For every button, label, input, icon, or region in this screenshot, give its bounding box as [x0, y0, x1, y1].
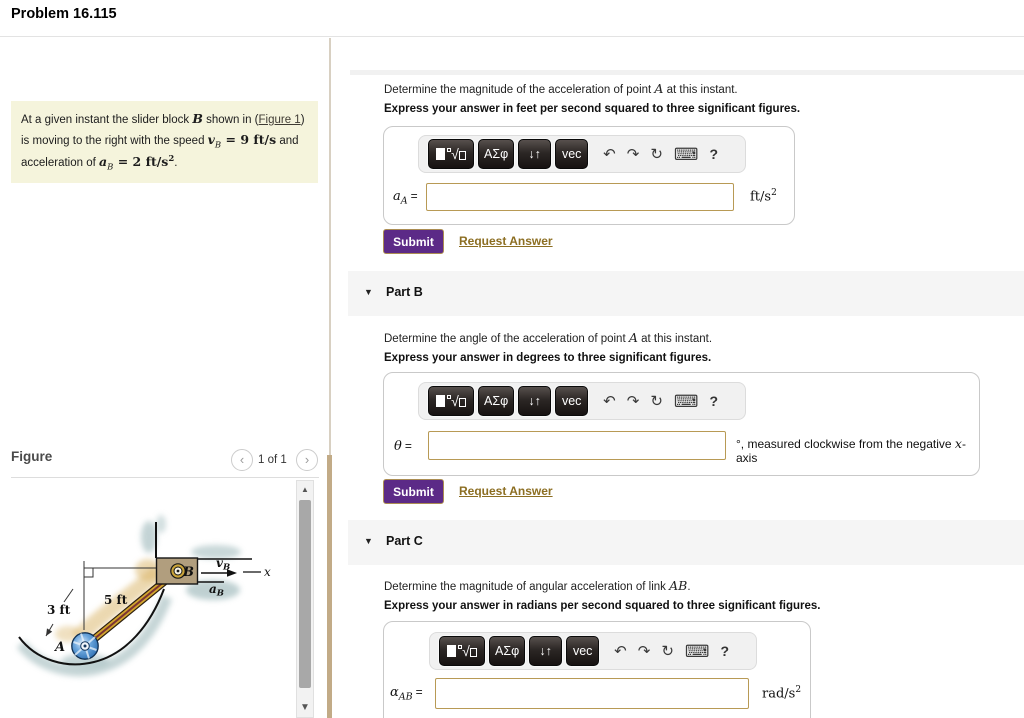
- greek-symbols-button[interactable]: ΑΣφ: [478, 386, 515, 416]
- figure-prev-button[interactable]: ‹: [231, 449, 253, 471]
- undo-icon[interactable]: ↶: [603, 394, 616, 409]
- keyboard-icon[interactable]: ⌨: [685, 643, 710, 660]
- collapse-icon[interactable]: ▼: [364, 536, 373, 546]
- problem-statement: At a given instant the slider block B sh…: [11, 101, 318, 183]
- panel-divider-bottom: [327, 455, 332, 718]
- figure-scrollbar[interactable]: ▲ ▼: [296, 480, 314, 718]
- undo-icon[interactable]: ↶: [603, 147, 616, 162]
- part-b-question: Determine the angle of the acceleration …: [384, 330, 713, 345]
- answer-label-theta: θ =: [394, 439, 412, 454]
- math-template-button[interactable]: √: [439, 636, 485, 666]
- unit-label: rad/s2: [762, 685, 802, 702]
- vector-button[interactable]: vec: [555, 139, 589, 169]
- figure-next-button[interactable]: ›: [296, 449, 318, 471]
- filled-square-icon: [436, 395, 446, 407]
- figure-canvas: vB x aB B A 5 ft 3 ft: [16, 515, 271, 677]
- help-icon[interactable]: ?: [709, 147, 718, 161]
- statement-text: At a given instant the slider block: [21, 114, 193, 126]
- help-icon[interactable]: ?: [720, 644, 729, 658]
- answer-input-aA[interactable]: [426, 183, 734, 211]
- figure-page-indicator: 1 of 1: [258, 454, 287, 466]
- request-answer-link[interactable]: Request Answer: [459, 484, 553, 498]
- request-answer-link[interactable]: Request Answer: [459, 234, 553, 248]
- sub-superscript-button[interactable]: ↓↑: [518, 139, 552, 169]
- wheel-a: [71, 632, 99, 660]
- label-3ft: 3 ft: [47, 603, 71, 617]
- dim-3ft-leader-top: [63, 588, 74, 603]
- right-angle-marker: [84, 568, 94, 578]
- answer-label-alphaAB: αAB =: [390, 685, 423, 703]
- part-c-express: Express your answer in radians per secon…: [384, 600, 821, 612]
- part-c-header[interactable]: ▼ Part C: [348, 520, 1024, 565]
- sqrt-icon: √: [462, 643, 470, 659]
- part-b-label: Part B: [386, 285, 423, 299]
- submit-button[interactable]: Submit: [383, 229, 444, 254]
- header-divider: [0, 36, 1024, 37]
- scroll-up-icon[interactable]: ▲: [297, 482, 313, 498]
- part-c-question: Determine the magnitude of angular accel…: [384, 578, 691, 593]
- collapse-icon[interactable]: ▼: [364, 287, 373, 297]
- vector-button[interactable]: vec: [566, 636, 600, 666]
- dim-3ft-arrowhead: [46, 628, 53, 636]
- submit-button[interactable]: Submit: [383, 479, 444, 504]
- filled-square-icon: [447, 645, 457, 657]
- sub-superscript-button[interactable]: ↓↑: [518, 386, 552, 416]
- part-b-express: Express your answer in degrees to three …: [384, 352, 712, 364]
- reset-icon[interactable]: ↻: [650, 147, 663, 162]
- part-b-answer-box: √ ΑΣφ ↓↑ vec ↶ ↷ ↻ ⌨ ? θ = °, measured cl…: [383, 372, 980, 476]
- part-a-question: Determine the magnitude of the accelerat…: [384, 81, 738, 96]
- figure-divider: [11, 477, 319, 478]
- redo-icon[interactable]: ↷: [627, 394, 640, 409]
- undo-icon[interactable]: ↶: [614, 644, 627, 659]
- sqrt-icon: √: [451, 146, 459, 162]
- unit-label: °, measured clockwise from the negative …: [736, 436, 966, 465]
- math-B: B: [192, 111, 203, 126]
- radicand-box-icon: [469, 648, 477, 657]
- figure-1-link[interactable]: Figure 1: [259, 114, 301, 126]
- math-aB: a: [99, 154, 108, 170]
- redo-icon[interactable]: ↷: [638, 644, 651, 659]
- scrollbar-thumb[interactable]: [299, 500, 311, 688]
- answer-input-alphaAB[interactable]: [435, 678, 749, 709]
- figure-panel-title: Figure: [11, 449, 53, 464]
- problem-page: Problem 16.115 At a given instant the sl…: [0, 0, 1024, 718]
- equation-toolbar: √ ΑΣφ ↓↑ vec ↶ ↷ ↻ ⌨ ?: [418, 135, 746, 173]
- sub-superscript-button[interactable]: ↓↑: [529, 636, 563, 666]
- label-A: A: [53, 640, 65, 655]
- keyboard-icon[interactable]: ⌨: [674, 146, 699, 163]
- math-template-button[interactable]: √: [428, 386, 474, 416]
- panel-divider-top: [329, 38, 331, 455]
- scroll-down-icon[interactable]: ▼: [297, 700, 313, 716]
- radicand-box-icon: [458, 151, 466, 160]
- part-b-header[interactable]: ▼ Part B: [348, 271, 1024, 316]
- part-a-section-divider: [350, 70, 1024, 75]
- redo-icon[interactable]: ↷: [627, 147, 640, 162]
- unit-label: ft/s2: [750, 188, 777, 205]
- reset-icon[interactable]: ↻: [661, 644, 674, 659]
- page-title: Problem 16.115: [11, 6, 117, 22]
- greek-symbols-button[interactable]: ΑΣφ: [478, 139, 515, 169]
- equation-toolbar: √ ΑΣφ ↓↑ vec ↶ ↷ ↻ ⌨ ?: [418, 382, 746, 420]
- part-a-express: Express your answer in feet per second s…: [384, 103, 801, 115]
- part-a-answer-box: √ ΑΣφ ↓↑ vec ↶ ↷ ↻ ⌨ ? aA = ft/s2: [383, 126, 795, 225]
- filled-square-icon: [436, 148, 446, 160]
- answer-label-aA: aA =: [393, 189, 418, 207]
- part-c-answer-box: √ ΑΣφ ↓↑ vec ↶ ↷ ↻ ⌨ ? αAB = rad/s2: [383, 621, 811, 718]
- vector-button[interactable]: vec: [555, 386, 589, 416]
- equation-toolbar: √ ΑΣφ ↓↑ vec ↶ ↷ ↻ ⌨ ?: [429, 632, 757, 670]
- radicand-box-icon: [458, 398, 466, 407]
- answer-input-theta[interactable]: [428, 431, 726, 460]
- greek-symbols-button[interactable]: ΑΣφ: [489, 636, 526, 666]
- label-x-axis: x: [264, 565, 271, 579]
- sqrt-icon: √: [451, 393, 459, 409]
- label-5ft: 5 ft: [104, 593, 128, 607]
- math-template-button[interactable]: √: [428, 139, 474, 169]
- keyboard-icon[interactable]: ⌨: [674, 393, 699, 410]
- reset-icon[interactable]: ↻: [650, 394, 663, 409]
- shadow-washes: [16, 515, 241, 677]
- part-c-label: Part C: [386, 534, 423, 548]
- label-B: B: [182, 565, 194, 580]
- help-icon[interactable]: ?: [709, 394, 718, 408]
- math-vB: v: [207, 131, 215, 147]
